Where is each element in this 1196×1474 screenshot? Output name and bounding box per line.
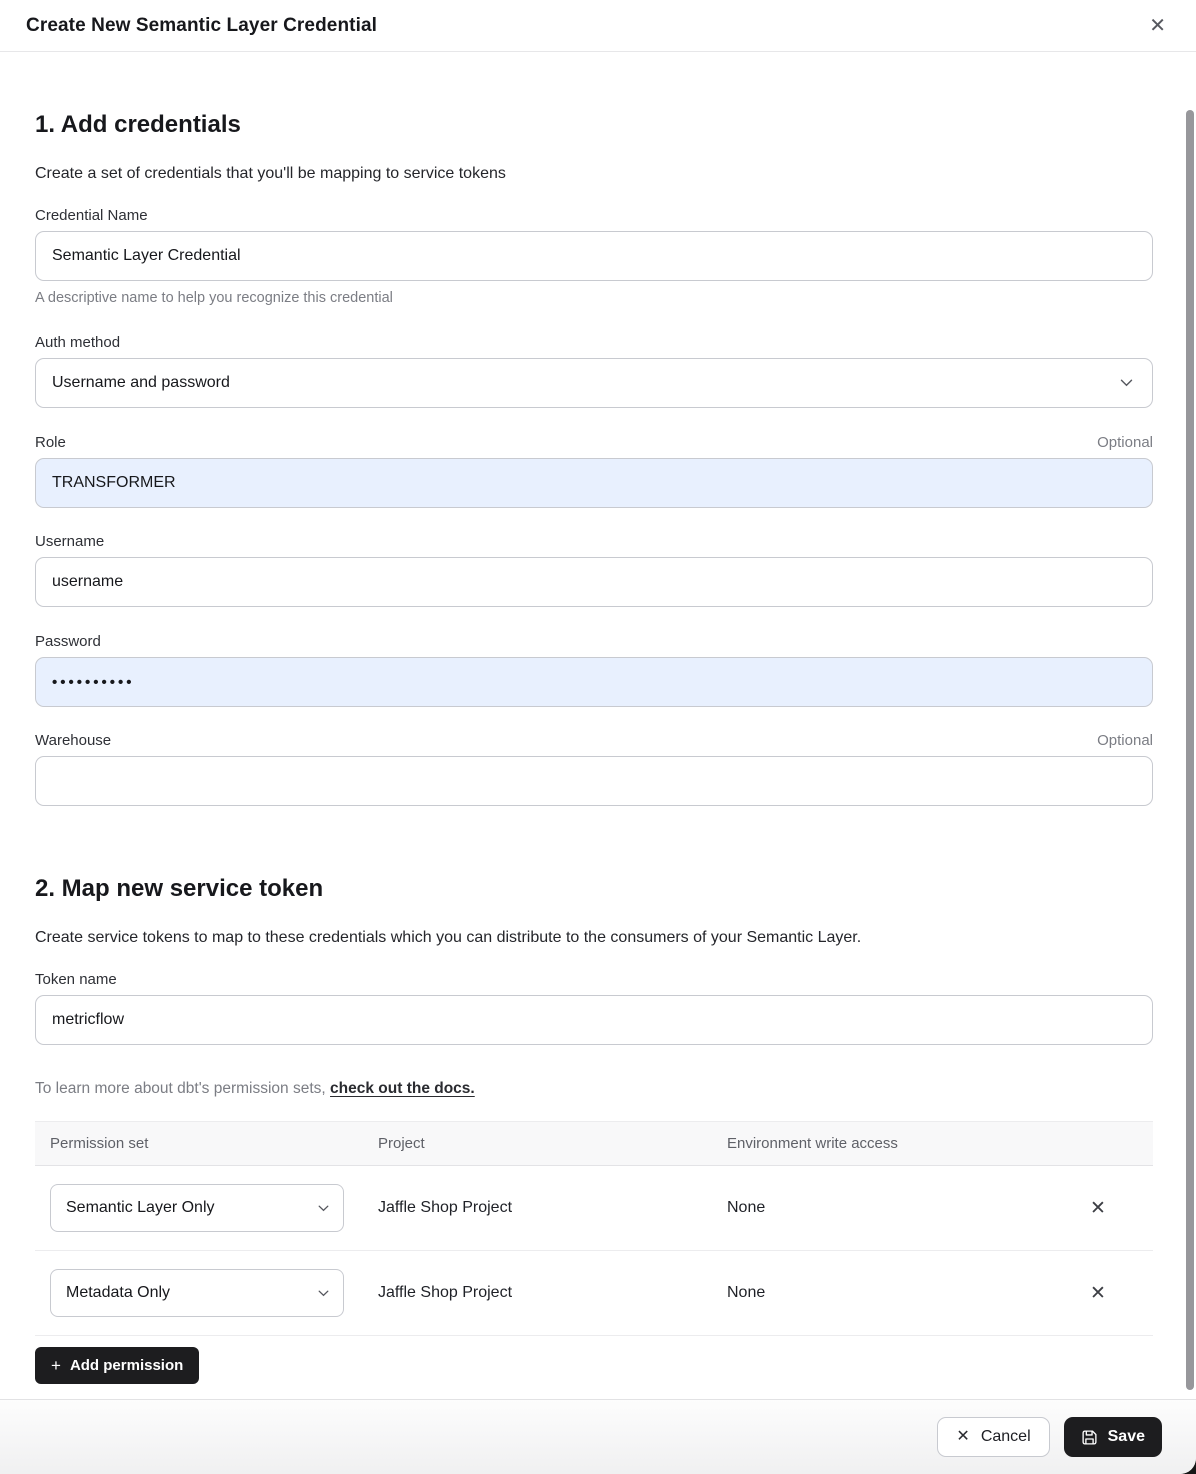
auth-method-value: Username and password	[52, 374, 230, 392]
col-environment-write-access: Environment write access	[727, 1135, 1043, 1152]
cancel-label: Cancel	[981, 1428, 1031, 1446]
create-credential-modal: Create New Semantic Layer Credential ✕ 1…	[0, 0, 1196, 1474]
credentials-section-heading: 1. Add credentials	[35, 111, 1153, 139]
save-label: Save	[1108, 1428, 1145, 1446]
save-icon	[1081, 1429, 1098, 1446]
modal-footer: ✕ Cancel Save	[0, 1399, 1196, 1474]
role-label: Role	[35, 434, 66, 451]
col-project: Project	[378, 1135, 727, 1152]
plus-icon: +	[51, 1357, 61, 1374]
docs-text: To learn more about dbt's permission set…	[35, 1080, 326, 1097]
permission-set-select[interactable]: Semantic Layer Only	[50, 1184, 344, 1232]
project-cell: Jaffle Shop Project	[378, 1199, 727, 1217]
token-section-description: Create service tokens to map to these cr…	[35, 928, 1153, 948]
scrollbar-thumb[interactable]	[1186, 110, 1194, 1390]
role-input[interactable]	[35, 458, 1153, 508]
chevron-down-icon	[1120, 379, 1133, 387]
warehouse-label: Warehouse	[35, 732, 111, 749]
permissions-table: Permission set Project Environment write…	[35, 1121, 1153, 1336]
col-permission-set: Permission set	[35, 1135, 378, 1152]
permission-row: Semantic Layer Only Jaffle Shop Project …	[35, 1166, 1153, 1251]
add-permission-label: Add permission	[70, 1357, 183, 1374]
auth-method-label-row: Auth method	[35, 334, 1153, 351]
chevron-down-icon	[318, 1290, 329, 1297]
credentials-section-description: Create a set of credentials that you'll …	[35, 164, 1153, 184]
x-icon: ✕	[1090, 1198, 1106, 1219]
warehouse-label-row: Warehouse Optional	[35, 732, 1153, 749]
env-write-access-cell: None	[727, 1199, 1043, 1217]
x-icon: ✕	[956, 1429, 969, 1445]
cancel-button[interactable]: ✕ Cancel	[937, 1417, 1049, 1457]
x-icon: ✕	[1090, 1283, 1106, 1304]
auth-method-label: Auth method	[35, 334, 120, 351]
credential-name-label-row: Credential Name	[35, 207, 1153, 224]
token-name-label-row: Token name	[35, 971, 1153, 988]
remove-permission-button[interactable]: ✕	[1084, 1195, 1112, 1222]
password-label-row: Password	[35, 633, 1153, 650]
token-name-label: Token name	[35, 971, 117, 988]
credential-name-label: Credential Name	[35, 207, 148, 224]
project-cell: Jaffle Shop Project	[378, 1284, 727, 1302]
permission-set-select[interactable]: Metadata Only	[50, 1269, 344, 1317]
docs-link[interactable]: check out the docs.	[330, 1080, 475, 1097]
remove-permission-button[interactable]: ✕	[1084, 1280, 1112, 1307]
password-label: Password	[35, 633, 101, 650]
modal-content: 1. Add credentials Create a set of crede…	[0, 52, 1196, 1399]
auth-method-select[interactable]: Username and password	[35, 358, 1153, 408]
modal-title: Create New Semantic Layer Credential	[26, 15, 377, 37]
permission-set-value: Semantic Layer Only	[66, 1199, 215, 1217]
warehouse-input[interactable]	[35, 756, 1153, 806]
modal-header: Create New Semantic Layer Credential ✕	[0, 0, 1196, 52]
username-label: Username	[35, 533, 104, 550]
password-input[interactable]	[35, 657, 1153, 707]
env-write-access-cell: None	[727, 1284, 1043, 1302]
permission-row: Metadata Only Jaffle Shop Project None ✕	[35, 1251, 1153, 1336]
warehouse-optional-badge: Optional	[1097, 732, 1153, 749]
role-optional-badge: Optional	[1097, 434, 1153, 451]
add-permission-button[interactable]: + Add permission	[35, 1347, 199, 1384]
username-input[interactable]	[35, 557, 1153, 607]
docs-line: To learn more about dbt's permission set…	[35, 1080, 1153, 1098]
username-label-row: Username	[35, 533, 1153, 550]
close-button[interactable]: ✕	[1143, 14, 1172, 38]
credential-name-helper: A descriptive name to help you recognize…	[35, 290, 1153, 306]
token-section-heading: 2. Map new service token	[35, 875, 1153, 903]
save-button[interactable]: Save	[1064, 1417, 1162, 1457]
credential-name-input[interactable]	[35, 231, 1153, 281]
chevron-down-icon	[318, 1205, 329, 1212]
permission-set-value: Metadata Only	[66, 1284, 170, 1302]
permissions-table-header: Permission set Project Environment write…	[35, 1121, 1153, 1166]
role-label-row: Role Optional	[35, 434, 1153, 451]
token-name-input[interactable]	[35, 995, 1153, 1045]
close-icon: ✕	[1149, 15, 1166, 37]
